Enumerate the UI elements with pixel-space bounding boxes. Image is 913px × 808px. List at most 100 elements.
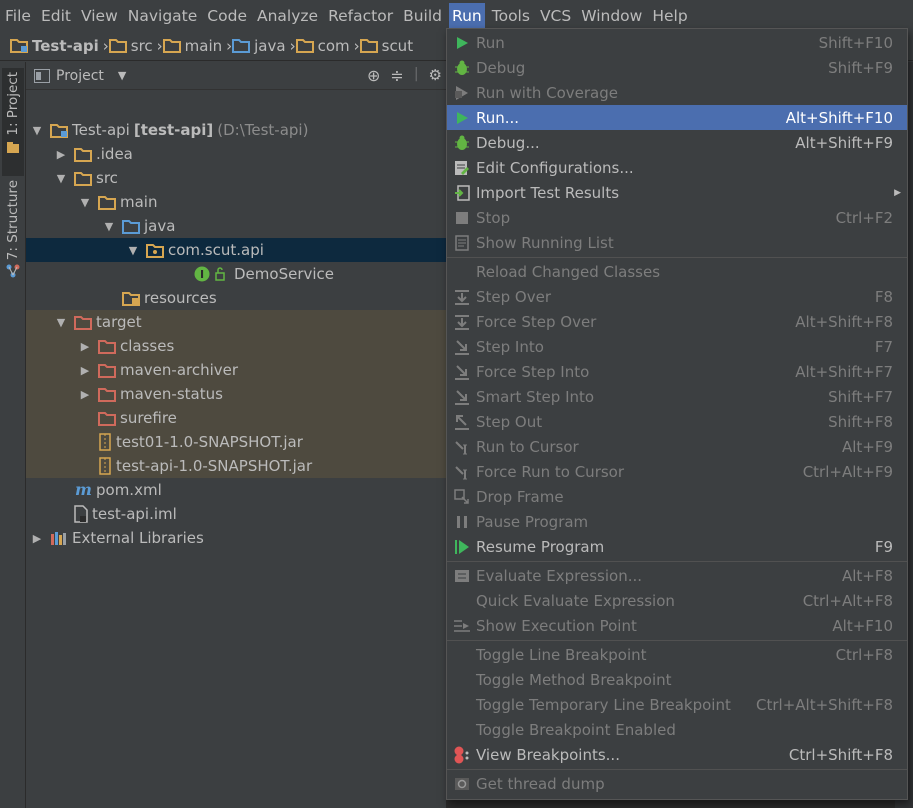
tree-node[interactable]: m pom.xml: [26, 478, 446, 502]
tree-node[interactable]: test01-1.0-SNAPSHOT.jar: [26, 430, 446, 454]
breadcrumb-item[interactable]: Test-api: [10, 37, 99, 55]
run-menu-item-show-running-list[interactable]: Show Running List: [447, 230, 907, 255]
run-menu-item-step-into[interactable]: Step Into F7: [447, 334, 907, 359]
run-menu-item-label: Drop Frame: [476, 487, 564, 506]
svg-text:m: m: [75, 482, 92, 498]
menu-code[interactable]: Code: [204, 3, 250, 29]
run-menu-item-drop-frame[interactable]: Drop Frame: [447, 484, 907, 509]
expand-right-icon[interactable]: ▶: [78, 388, 92, 401]
run-menu-item-debug[interactable]: Debug Shift+F9: [447, 55, 907, 80]
run-menu-item-toggle-breakpoint-enabled[interactable]: Toggle Breakpoint Enabled: [447, 717, 907, 742]
run-menu-item-toggle-temporary-line-breakpoint[interactable]: Toggle Temporary Line Breakpoint Ctrl+Alt…: [447, 692, 907, 717]
menu-window[interactable]: Window: [578, 3, 645, 29]
expand-down-icon[interactable]: ▼: [78, 196, 92, 209]
menu-analyze[interactable]: Analyze: [254, 3, 321, 29]
menu-file[interactable]: File: [2, 3, 34, 29]
run-menu-item-force-run-to-cursor[interactable]: Force Run to Cursor Ctrl+Alt+F9: [447, 459, 907, 484]
menu-vcs[interactable]: VCS: [537, 3, 574, 29]
run-menu-item-import-test-results[interactable]: Import Test Results ▶: [447, 180, 907, 205]
tree-node[interactable]: ▶ maven-archiver: [26, 358, 446, 382]
run-menu-item-label: Evaluate Expression...: [476, 566, 643, 585]
menu-tools[interactable]: Tools: [489, 3, 533, 29]
run-menu-item-toggle-method-breakpoint[interactable]: Toggle Method Breakpoint: [447, 667, 907, 692]
expand-down-icon[interactable]: ▼: [30, 124, 44, 137]
tree-node[interactable]: ▼ java: [26, 214, 446, 238]
expand-down-icon[interactable]: ▼: [54, 172, 68, 185]
menu-refactor[interactable]: Refactor: [325, 3, 396, 29]
tree-node[interactable]: ▼ main: [26, 190, 446, 214]
menu-view[interactable]: View: [78, 3, 121, 29]
locate-icon[interactable]: ⊕: [367, 66, 380, 85]
run-menu-item-reload-changed-classes[interactable]: Reload Changed Classes: [447, 259, 907, 284]
tree-node-label: main: [120, 193, 158, 211]
tree-node[interactable]: test-api.iml: [26, 502, 446, 526]
run-menu-item-stop[interactable]: Stop Ctrl+F2: [447, 205, 907, 230]
tree-node[interactable]: ▶ classes: [26, 334, 446, 358]
run-menu-item-step-out[interactable]: Step Out Shift+F8: [447, 409, 907, 434]
expand-right-icon[interactable]: ▶: [30, 532, 44, 545]
expand-right-icon[interactable]: ▶: [78, 340, 92, 353]
run-menu-item-debug[interactable]: Debug... Alt+Shift+F9: [447, 130, 907, 155]
tree-node[interactable]: ▶ .idea: [26, 142, 446, 166]
tree-node[interactable]: ▶ External Libraries: [26, 526, 446, 550]
menu-build[interactable]: Build: [400, 3, 445, 29]
source-folder-icon: [122, 219, 140, 234]
run-menu-item-resume-program[interactable]: Resume Program F9: [447, 534, 907, 559]
run-menu-item-shortcut: F9: [874, 537, 893, 556]
tree-node[interactable]: test-api-1.0-SNAPSHOT.jar: [26, 454, 446, 478]
tree-node-label: maven-status: [120, 385, 223, 403]
tree-node[interactable]: surefire: [26, 406, 446, 430]
run-menu-item-run-to-cursor[interactable]: Run to Cursor Alt+F9: [447, 434, 907, 459]
run-menu-item-force-step-over[interactable]: Force Step Over Alt+Shift+F8: [447, 309, 907, 334]
run-menu-item-run-with-coverage[interactable]: Run with Coverage: [447, 80, 907, 105]
structure-tool-tab[interactable]: 7: Structure: [2, 180, 24, 280]
view-dropdown-icon[interactable]: ▼: [118, 69, 126, 82]
run-menu-item-force-step-into[interactable]: Force Step Into Alt+Shift+F7: [447, 359, 907, 384]
expand-down-icon[interactable]: ▼: [102, 220, 116, 233]
menu-help[interactable]: Help: [649, 3, 690, 29]
run-menu-item-quick-evaluate-expression[interactable]: Quick Evaluate Expression Ctrl+Alt+F8: [447, 588, 907, 613]
excluded-folder-icon: [98, 411, 116, 426]
menu-navigate[interactable]: Navigate: [125, 3, 201, 29]
menu-run[interactable]: Run: [449, 2, 485, 29]
run-menu-item-label: Run: [476, 33, 505, 52]
run-menu-item-view-breakpoints[interactable]: View Breakpoints... Ctrl+Shift+F8: [447, 742, 907, 767]
menu-separator: [447, 561, 907, 562]
breadcrumb-item[interactable]: src: [108, 37, 153, 55]
gear-icon[interactable]: ⚙: [429, 66, 442, 85]
run-menu-item-run[interactable]: Run Shift+F10: [447, 30, 907, 55]
breadcrumb-item[interactable]: java: [232, 37, 286, 55]
run-menu-item-shortcut: Shift+F7: [828, 387, 893, 406]
project-tool-tab[interactable]: 1: Project: [2, 68, 24, 176]
tree-node[interactable]: resources: [26, 286, 446, 310]
run-menu-item-step-over[interactable]: Step Over F8: [447, 284, 907, 309]
run-menu-item-edit-configurations[interactable]: Edit Configurations...: [447, 155, 907, 180]
tree-node[interactable]: I DemoService: [26, 262, 446, 286]
run-menu-item-pause-program[interactable]: Pause Program: [447, 509, 907, 534]
expand-down-icon[interactable]: ▼: [126, 244, 140, 257]
run-menu-item-shortcut: Alt+Shift+F10: [785, 108, 893, 127]
edit-config-icon: [453, 159, 471, 177]
run-menu-item-evaluate-expression[interactable]: Evaluate Expression... Alt+F8: [447, 563, 907, 588]
expand-down-icon[interactable]: ▼: [54, 316, 68, 329]
tree-node[interactable]: ▼ com.scut.api: [26, 238, 446, 262]
expand-right-icon[interactable]: ▶: [54, 148, 68, 161]
breadcrumb-item[interactable]: main: [162, 37, 222, 55]
run-menu-item-show-execution-point[interactable]: Show Execution Point Alt+F10: [447, 613, 907, 638]
expand-right-icon[interactable]: ▶: [78, 364, 92, 377]
run-menu-item-smart-step-into[interactable]: Smart Step Into Shift+F7: [447, 384, 907, 409]
run-menu-item-get-thread-dump[interactable]: Get thread dump: [447, 771, 907, 796]
run-menu-item-shortcut: Shift+F8: [828, 412, 893, 431]
resources-folder-icon: [122, 291, 140, 306]
collapse-all-icon[interactable]: ≑: [390, 66, 403, 85]
run-menu-item-run[interactable]: Run... Alt+Shift+F10: [447, 105, 907, 130]
menu-edit[interactable]: Edit: [38, 3, 74, 29]
breadcrumb-item[interactable]: scut: [359, 37, 413, 55]
tree-node[interactable]: ▼ target: [26, 310, 446, 334]
tree-node[interactable]: ▼ src: [26, 166, 446, 190]
tree-node[interactable]: ▼ Test-api [test-api] (D:\Test-api): [26, 118, 446, 142]
step-out-icon: [453, 413, 471, 431]
breadcrumb-item[interactable]: com: [295, 37, 350, 55]
run-menu-item-toggle-line-breakpoint[interactable]: Toggle Line Breakpoint Ctrl+F8: [447, 642, 907, 667]
tree-node[interactable]: ▶ maven-status: [26, 382, 446, 406]
